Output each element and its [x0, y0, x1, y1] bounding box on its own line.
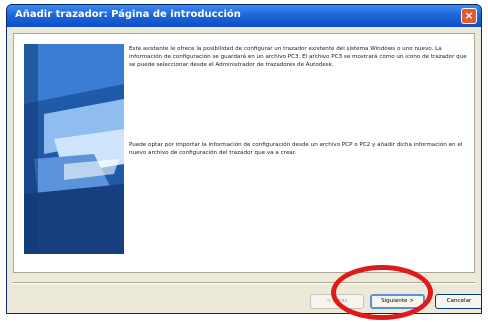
- title-bar[interactable]: Añadir trazador: Página de introducción …: [7, 5, 481, 27]
- cancel-button[interactable]: Cancelar: [435, 294, 481, 309]
- wizard-content-panel: Este asistente le ofrece la posibilidad …: [13, 33, 475, 273]
- wizard-illustration: [24, 44, 124, 254]
- highlight-ring-annotation: [331, 265, 433, 320]
- window-title: Añadir trazador: Página de introducción: [15, 9, 241, 20]
- import-paragraph: Puede optar por importar la información …: [129, 142, 463, 156]
- close-icon: ×: [464, 9, 474, 22]
- plotter-illustration-icon: [24, 44, 124, 254]
- intro-paragraph: Este asistente le ofrece la posibilidad …: [129, 46, 467, 68]
- add-plotter-wizard-window: Añadir trazador: Página de introducción …: [6, 4, 482, 314]
- close-button[interactable]: ×: [461, 8, 477, 24]
